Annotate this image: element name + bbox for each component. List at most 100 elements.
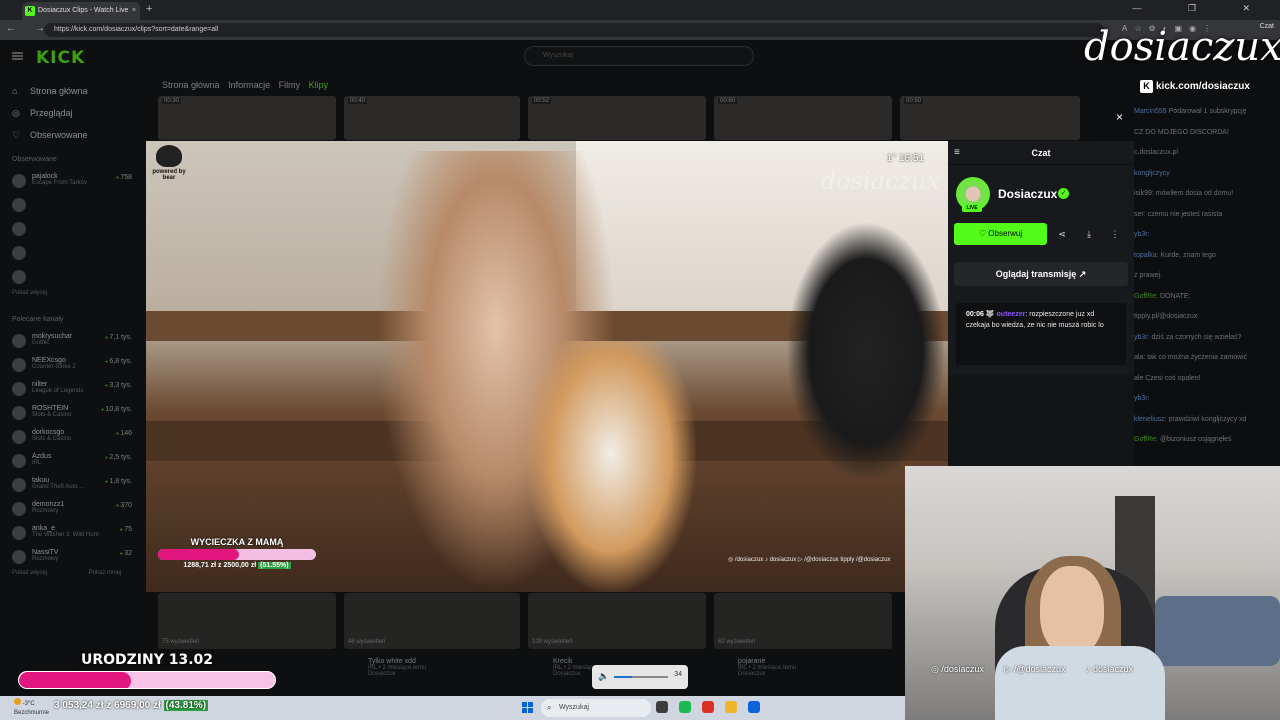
recommended-channel[interactable]: mokrysuchar Gothic 7,1 tys. xyxy=(0,330,140,354)
recommended-channel[interactable]: ROSHTEIN Slots & Casino 10,8 tys. xyxy=(0,402,140,426)
sidebar-item-browse[interactable]: ◎ Przeglądaj xyxy=(0,102,140,124)
webcam-socials: ◎ /dosiaczux ▷ /@dosiaczux ♪ dosiaczux xyxy=(931,664,1151,675)
message-user[interactable]: GoffRe: xyxy=(1134,293,1158,300)
message-user[interactable]: GoffRe: xyxy=(1134,436,1158,443)
tab-info[interactable]: Informacje xyxy=(228,80,270,90)
sidebar: ⌂ Strona główna ◎ Przeglądaj ♡ Obserwowane … xyxy=(0,80,140,586)
clip-video-player[interactable]: powered by bear 1° 16:51 dosiaczux WYCIE… xyxy=(146,141,948,592)
followed-channel[interactable] xyxy=(0,194,140,218)
clip-thumbnail[interactable]: 00:40 xyxy=(344,96,520,140)
show-less-link[interactable]: Pokaż mniej xyxy=(89,570,122,576)
viewer-count: 6,8 tys. xyxy=(105,358,132,365)
taskbar-search-input[interactable]: ⌕ Wyszukaj xyxy=(541,699,651,717)
video-frame-dog xyxy=(526,341,696,592)
taskbar-app-icon[interactable] xyxy=(748,701,760,713)
message-text: ser: czemu nie jesteś rasista xyxy=(1134,210,1223,218)
tab-videos[interactable]: Filmy xyxy=(279,80,301,90)
close-modal-button[interactable]: × xyxy=(1116,110,1123,124)
clip-thumbnail[interactable]: 00:60 xyxy=(714,96,892,140)
volume-flyout[interactable]: 🔈 34 xyxy=(592,665,688,689)
collapse-chat-icon[interactable]: ≡ xyxy=(954,141,960,165)
recommended-channel[interactable]: nilter League of Legends 3,3 tys. xyxy=(0,378,140,402)
bday-percent: (43.81%) xyxy=(163,700,209,711)
bday-progress-bar xyxy=(18,671,276,689)
watch-stream-button[interactable]: Oglądaj transmisję ↗ xyxy=(954,262,1128,286)
clip-thumbnail[interactable]: 00:30 xyxy=(158,96,336,140)
message-user[interactable]: topalka: xyxy=(1134,252,1159,259)
show-more-link[interactable]: Pokaż więcej xyxy=(12,570,47,576)
clip-thumbnail[interactable]: 109 wyświetleń xyxy=(528,593,706,649)
search-input[interactable]: Wyszukaj xyxy=(524,46,754,66)
tab-close-icon[interactable]: × xyxy=(132,2,136,20)
follow-button[interactable]: ♡ Obserwuj xyxy=(954,223,1047,245)
new-tab-button[interactable]: + xyxy=(146,3,152,15)
share-icon[interactable]: ⋖ xyxy=(1052,223,1072,245)
webcam-frame-face xyxy=(1040,566,1104,656)
message-text: DONATE: xyxy=(1159,292,1191,300)
chat-message: kongljczycy xyxy=(1134,170,1170,177)
clip-thumbnail[interactable]: 00:50 xyxy=(900,96,1080,140)
taskbar-app-icon[interactable] xyxy=(725,701,737,713)
recommended-channel[interactable]: NEEXcsgo Counter-Strike 2 6,8 tys. xyxy=(0,354,140,378)
followed-channel[interactable] xyxy=(0,242,140,266)
chat-message: yb3r: xyxy=(1134,231,1150,238)
chat-message: z prawej. xyxy=(1134,272,1162,279)
message-text: isik99: mówiłem dosia od domu! xyxy=(1134,190,1234,197)
more-options-icon[interactable]: ⋮ xyxy=(1105,223,1125,245)
clip-channel: Dosiaczux xyxy=(368,671,396,677)
followed-channel[interactable]: pajalockEscape From Tarkov758 xyxy=(0,170,140,194)
recommended-channel[interactable]: NassiTV Rozmowy 32 xyxy=(0,546,140,570)
download-icon[interactable]: ⤓ xyxy=(1079,223,1099,245)
streamer-name[interactable]: Dosiaczux xyxy=(998,187,1057,201)
chat-message: ale Czesi coś opalen! xyxy=(1134,375,1201,382)
recommended-channel[interactable]: demonzz1 Rozmowy 370 xyxy=(0,498,140,522)
browser-tab[interactable]: K Dosiaczux Clips - Watch Live × xyxy=(22,2,140,20)
url-input[interactable]: https://kick.com/dosiaczux/clips?sort=da… xyxy=(44,23,1104,37)
message-text: z prawej. xyxy=(1134,272,1163,279)
message-user[interactable]: yb3r: xyxy=(1134,231,1150,238)
message-user[interactable]: yb3r: xyxy=(1134,395,1150,402)
sidebar-item-home[interactable]: ⌂ Strona główna xyxy=(0,80,140,102)
message-text: CZ DO MOJEGO DISCORDA! xyxy=(1134,128,1229,136)
recommended-channel[interactable]: takuu Grand Theft Auto ... 1,8 tys. xyxy=(0,474,140,498)
message-user[interactable]: kongljczycy xyxy=(1134,170,1170,177)
recommended-channel[interactable]: dorkocsgo Slots & Casino 146 xyxy=(0,426,140,450)
window-controls[interactable]: — ❐ ✕ xyxy=(1132,3,1272,14)
start-tile xyxy=(528,708,533,713)
clip-thumbnail[interactable]: 75 wyświetleń xyxy=(158,593,336,649)
taskbar-app-icon[interactable] xyxy=(679,701,691,713)
sun-icon xyxy=(14,698,21,705)
avatar xyxy=(12,334,26,348)
message-text: Podarował 1 subskrypcję xyxy=(1168,108,1247,115)
tab-home[interactable]: Strona główna xyxy=(162,80,220,90)
message-user[interactable]: kleneliusz: xyxy=(1134,416,1167,423)
recommended-channel[interactable]: anka_e The Witcher 3: Wild Hunt 75 xyxy=(0,522,140,546)
followed-channel[interactable] xyxy=(0,218,140,242)
tab-clips[interactable]: Klipy xyxy=(309,80,329,90)
show-more-show-less: Pokaż więcej Pokaż mniej xyxy=(0,570,140,586)
followed-channel[interactable] xyxy=(0,266,140,290)
hamburger-icon[interactable] xyxy=(12,52,23,60)
clip-thumbnail[interactable]: 62 wyświetleń xyxy=(714,593,892,649)
message-user[interactable]: Marcin555 xyxy=(1134,108,1167,115)
message-user[interactable]: yb3r: xyxy=(1134,334,1150,341)
sidebar-item-following[interactable]: ♡ Obserwowane xyxy=(0,124,140,146)
kick-logo[interactable]: KICK xyxy=(36,48,85,68)
clip-info[interactable]: Tylko white xdd IRL • 2 miesiące temu Do… xyxy=(368,658,426,677)
windows-start-icon[interactable] xyxy=(522,702,534,714)
weather-widget[interactable]: -3°C Bezchmurnie xyxy=(14,698,49,718)
clip-thumbnail[interactable]: 48 wyświetleń xyxy=(344,593,520,649)
show-more-link[interactable]: Pokaż więcej xyxy=(0,290,140,306)
taskbar-app-icon[interactable] xyxy=(656,701,668,713)
message-user[interactable]: outeezer xyxy=(997,311,1026,318)
taskbar-app-icon[interactable] xyxy=(702,701,714,713)
clip-thumbnail[interactable]: 00:52 xyxy=(528,96,706,140)
clip-info[interactable]: pojarane IRL • 2 miesiące temu Dosiaczux xyxy=(738,658,796,677)
volume-slider[interactable] xyxy=(614,676,668,678)
viewer-count: 75 xyxy=(120,526,132,533)
recommended-channel[interactable]: Azdus IRL 2,5 tys. xyxy=(0,450,140,474)
birthday-goal-widget: URODZINY 13.02 xyxy=(18,652,276,689)
message-time: 00:06 xyxy=(966,311,984,318)
kick-favicon-icon: K xyxy=(25,6,35,16)
avatar xyxy=(12,406,26,420)
